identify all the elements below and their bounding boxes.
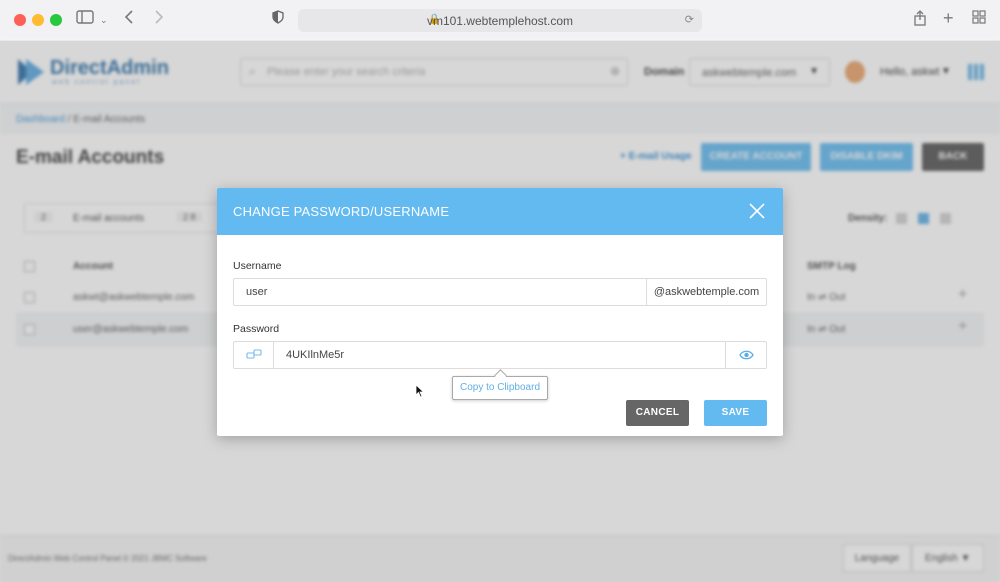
forward-icon[interactable] [154,10,164,30]
zoom-window-button[interactable] [50,14,62,26]
browser-toolbar: ⌄ 🔒 vm101.webtemplehost.com ⟳ + [0,0,1000,41]
url-text: vm101.webtemplehost.com [426,14,574,28]
copy-tooltip[interactable]: Copy to Clipboard [452,369,548,400]
show-password-button[interactable] [725,342,766,368]
back-icon[interactable] [124,10,134,30]
shield-icon[interactable] [272,10,284,30]
close-window-button[interactable] [14,14,26,26]
tabs-overview-icon[interactable] [972,10,986,30]
link-icon [246,349,262,359]
username-group: @askwebtemple.com [233,278,767,306]
username-input[interactable] [246,285,636,299]
domain-suffix: @askwebtemple.com [646,279,766,305]
sidebar-icon[interactable] [76,10,94,30]
eye-icon [739,350,754,360]
cancel-button[interactable]: CANCEL [626,400,689,426]
password-label: Password [233,323,280,335]
minimize-window-button[interactable] [32,14,44,26]
dialog-header: CHANGE PASSWORD/USERNAME [217,188,783,235]
chevron-down-icon[interactable]: ⌄ [100,10,108,30]
username-label: Username [233,260,282,272]
mouse-cursor-icon [415,384,425,398]
share-icon[interactable] [914,10,926,32]
password-input[interactable] [286,348,706,362]
address-bar[interactable]: 🔒 vm101.webtemplehost.com ⟳ [298,9,702,32]
save-button[interactable]: SAVE [704,400,767,426]
password-group [233,341,767,369]
tooltip-text: Copy to Clipboard [459,382,541,393]
reload-icon[interactable]: ⟳ [685,13,694,26]
dialog-title: CHANGE PASSWORD/USERNAME [233,204,450,219]
tooltip-arrow [494,369,507,382]
generate-password-button[interactable] [234,342,274,368]
new-tab-icon[interactable]: + [943,8,954,28]
close-icon[interactable] [747,201,767,221]
change-password-dialog: CHANGE PASSWORD/USERNAME Username @askwe… [217,188,783,436]
